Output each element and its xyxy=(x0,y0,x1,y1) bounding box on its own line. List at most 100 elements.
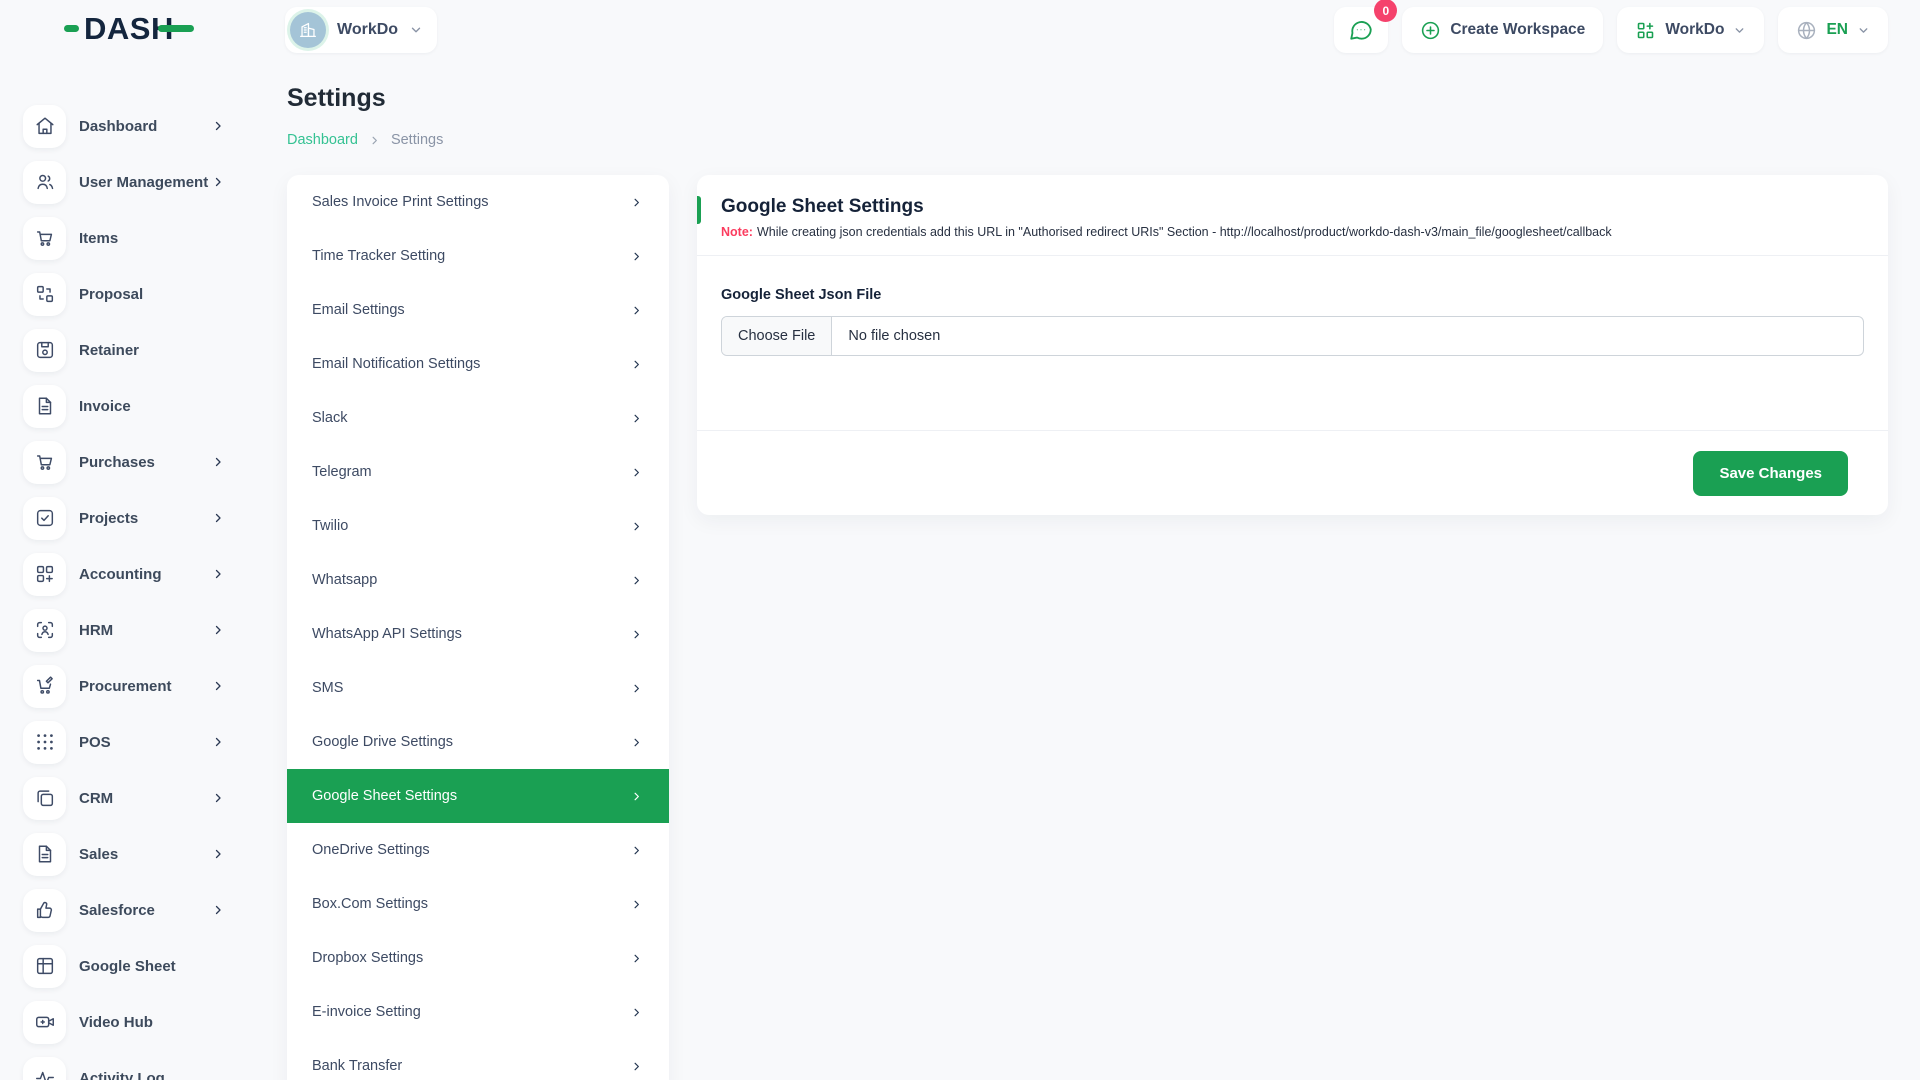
json-file-label: Google Sheet Json File xyxy=(721,287,1864,303)
sidebar-item-label: Salesforce xyxy=(79,902,212,919)
sidebar-item-label: Sales xyxy=(79,846,212,863)
sidebar-item-retainer[interactable]: Retainer xyxy=(0,322,232,378)
app-logo[interactable]: DASH xyxy=(64,13,194,44)
note-label: Note: xyxy=(721,225,753,239)
settings-menu-item-label: Box.Com Settings xyxy=(312,896,631,912)
settings-menu-item-email-settings[interactable]: Email Settings xyxy=(287,283,669,337)
settings-menu-item-e-invoice-setting[interactable]: E-invoice Setting xyxy=(287,985,669,1039)
settings-menu-item-bank-transfer[interactable]: Bank Transfer xyxy=(287,1039,669,1080)
breadcrumb-dashboard-link[interactable]: Dashboard xyxy=(287,132,358,148)
settings-menu-item-label: Google Drive Settings xyxy=(312,734,631,750)
sidebar-item-activity-log[interactable]: Activity Log xyxy=(0,1050,232,1080)
settings-menu-item-box-com-settings[interactable]: Box.Com Settings xyxy=(287,877,669,931)
chevron-right-icon xyxy=(631,683,642,694)
header-accent-bar xyxy=(697,196,701,224)
save-icon xyxy=(23,329,66,372)
settings-menu-item-telegram[interactable]: Telegram xyxy=(287,445,669,499)
sidebar-item-salesforce[interactable]: Salesforce xyxy=(0,882,232,938)
settings-menu-item-label: Email Notification Settings xyxy=(312,356,631,372)
sidebar-item-sales[interactable]: Sales xyxy=(0,826,232,882)
workspace-name: WorkDo xyxy=(337,21,398,39)
settings-menu-item-dropbox-settings[interactable]: Dropbox Settings xyxy=(287,931,669,985)
choose-file-button[interactable]: Choose File xyxy=(722,317,832,355)
settings-menu-item-slack[interactable]: Slack xyxy=(287,391,669,445)
create-workspace-button[interactable]: Create Workspace xyxy=(1402,7,1603,53)
cart-icon xyxy=(23,217,66,260)
workspace-grid-icon xyxy=(1635,20,1656,41)
settings-menu-item-whatsapp[interactable]: Whatsapp xyxy=(287,553,669,607)
settings-menu-item-whatsapp-api-settings[interactable]: WhatsApp API Settings xyxy=(287,607,669,661)
chevron-right-icon xyxy=(631,413,642,424)
workspace-switcher[interactable]: WorkDo xyxy=(285,7,437,53)
users-icon xyxy=(23,161,66,204)
settings-menu-item-google-sheet-settings[interactable]: Google Sheet Settings xyxy=(287,769,669,823)
settings-menu-item-label: Email Settings xyxy=(312,302,631,318)
sidebar-item-video-hub[interactable]: Video Hub xyxy=(0,994,232,1050)
settings-menu-item-email-notification-settings[interactable]: Email Notification Settings xyxy=(287,337,669,391)
settings-menu-item-label: OneDrive Settings xyxy=(312,842,631,858)
sidebar-item-pos[interactable]: POS xyxy=(0,714,232,770)
sidebar-item-dashboard[interactable]: Dashboard xyxy=(0,98,232,154)
note-text: While creating json credentials add this… xyxy=(757,225,1612,239)
panel-note: Note: While creating json credentials add… xyxy=(721,225,1864,239)
sidebar-item-crm[interactable]: CRM xyxy=(0,770,232,826)
sidebar-item-label: Invoice xyxy=(79,398,212,415)
sidebar-item-label: Purchases xyxy=(79,454,212,471)
settings-menu-item-twilio[interactable]: Twilio xyxy=(287,499,669,553)
building-icon xyxy=(297,19,319,41)
sidebar-item-label: Video Hub xyxy=(79,1014,212,1031)
create-workspace-label: Create Workspace xyxy=(1450,21,1585,39)
sidebar-item-label: Items xyxy=(79,230,212,247)
sidebar-item-hrm[interactable]: HRM xyxy=(0,602,232,658)
chevron-right-icon xyxy=(631,467,642,478)
chevron-right-icon xyxy=(212,624,224,636)
sidebar-item-label: Activity Log xyxy=(79,1070,212,1080)
panel-header: Google Sheet Settings Note:While creatin… xyxy=(697,175,1888,256)
sidebar-item-procurement[interactable]: Procurement xyxy=(0,658,232,714)
messages-button[interactable]: 0 xyxy=(1334,7,1388,53)
settings-menu-item-google-drive-settings[interactable]: Google Drive Settings xyxy=(287,715,669,769)
table-icon xyxy=(23,945,66,988)
settings-menu-item-time-tracker-setting[interactable]: Time Tracker Setting xyxy=(287,229,669,283)
chevron-right-icon xyxy=(631,359,642,370)
settings-menu-item-sales-invoice-print-settings[interactable]: Sales Invoice Print Settings xyxy=(287,175,669,229)
chevron-right-icon xyxy=(631,251,642,262)
chevron-right-icon xyxy=(212,792,224,804)
sidebar-nav: Dashboard User Management Items Proposal… xyxy=(0,60,232,1080)
panel-footer: Save Changes xyxy=(697,430,1888,515)
dots-grid-icon xyxy=(23,721,66,764)
settings-menu-item-label: Time Tracker Setting xyxy=(312,248,631,264)
chevron-right-icon xyxy=(631,1061,642,1072)
settings-menu-item-onedrive-settings[interactable]: OneDrive Settings xyxy=(287,823,669,877)
language-dropdown[interactable]: EN xyxy=(1778,7,1888,53)
sidebar-item-google-sheet[interactable]: Google Sheet xyxy=(0,938,232,994)
sidebar-item-label: Proposal xyxy=(79,286,212,303)
workspace-dropdown[interactable]: WorkDo xyxy=(1617,7,1764,53)
page-title: Settings xyxy=(287,84,386,113)
cart-icon xyxy=(23,441,66,484)
chevron-right-icon xyxy=(212,456,224,468)
settings-menu-item-sms[interactable]: SMS xyxy=(287,661,669,715)
settings-menu-item-label: SMS xyxy=(312,680,631,696)
sidebar-item-purchases[interactable]: Purchases xyxy=(0,434,232,490)
logo-bar-accent xyxy=(158,25,194,32)
save-changes-button[interactable]: Save Changes xyxy=(1693,451,1848,496)
chevron-down-icon xyxy=(1857,24,1870,37)
chevron-right-icon xyxy=(212,120,224,132)
messages-count-badge: 0 xyxy=(1374,0,1397,22)
sidebar-item-accounting[interactable]: Accounting xyxy=(0,546,232,602)
json-file-input[interactable]: Choose File No file chosen xyxy=(721,316,1864,356)
sidebar-item-proposal[interactable]: Proposal xyxy=(0,266,232,322)
chevron-right-icon xyxy=(631,521,642,532)
panel-body: Google Sheet Json File Choose File No fi… xyxy=(697,256,1888,430)
chevron-right-icon xyxy=(212,512,224,524)
person-scan-icon xyxy=(23,609,66,652)
chevron-right-icon xyxy=(212,904,224,916)
sidebar-item-invoice[interactable]: Invoice xyxy=(0,378,232,434)
sidebar-item-user-management[interactable]: User Management xyxy=(0,154,232,210)
sidebar-item-projects[interactable]: Projects xyxy=(0,490,232,546)
chevron-right-icon xyxy=(631,305,642,316)
sidebar-item-items[interactable]: Items xyxy=(0,210,232,266)
chevron-right-icon xyxy=(631,953,642,964)
logo-dash-accent xyxy=(64,25,79,32)
